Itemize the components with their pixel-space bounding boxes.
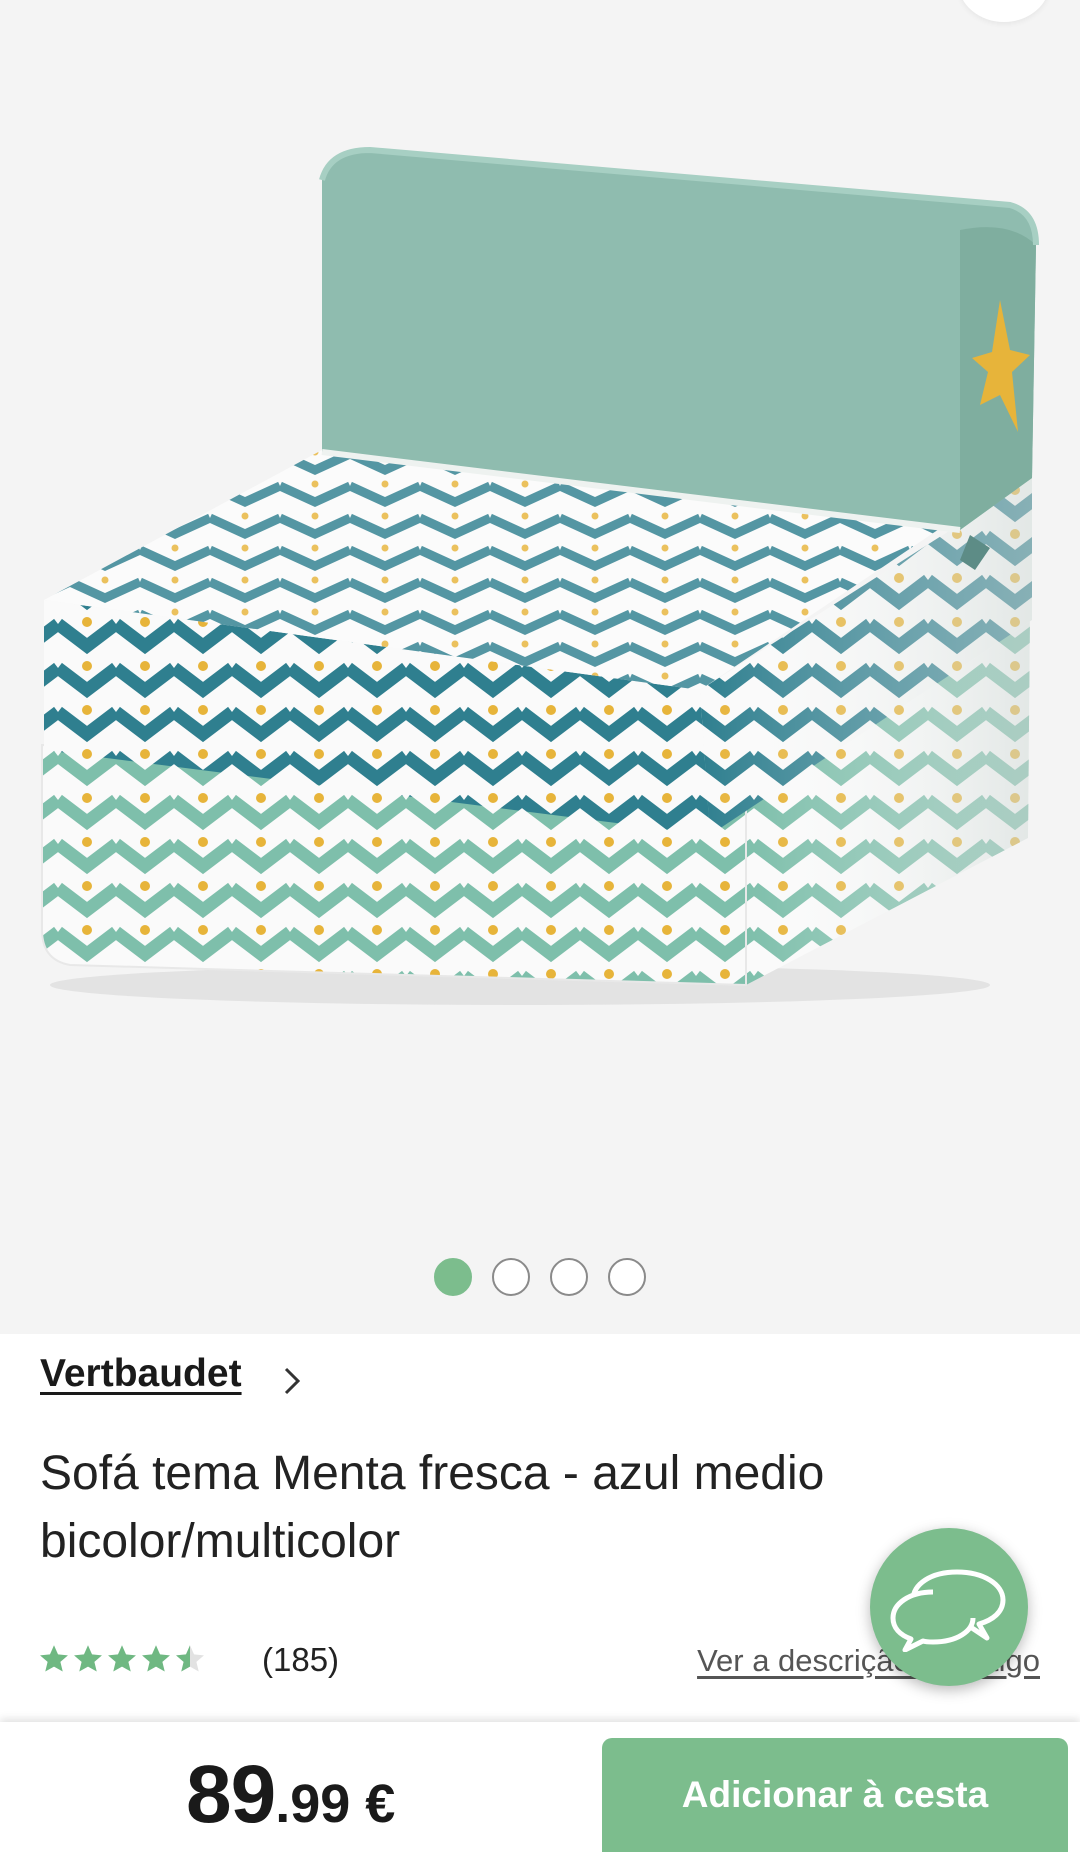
price-integer: 89	[186, 1749, 276, 1840]
carousel-pagination	[0, 1258, 1080, 1296]
review-count[interactable]: (185)	[262, 1641, 339, 1679]
star-icon	[176, 1645, 204, 1672]
brand-link[interactable]: Vertbaudet	[40, 1352, 242, 1396]
product-title: Sofá tema Menta fresca - azul medio bico…	[40, 1447, 825, 1568]
star-icon	[40, 1645, 68, 1672]
carousel-dot-4[interactable]	[608, 1258, 646, 1296]
price: 89.99 €	[186, 1748, 395, 1842]
star-icon	[142, 1645, 170, 1672]
chevron-right-icon[interactable]	[282, 1366, 302, 1396]
star-icon	[74, 1645, 102, 1672]
chat-bubbles-icon	[890, 1569, 1006, 1652]
star-icon	[108, 1645, 136, 1672]
carousel-dot-3[interactable]	[550, 1258, 588, 1296]
product-image[interactable]	[0, 0, 1080, 1250]
product-gallery[interactable]	[0, 0, 1080, 1334]
carousel-dot-2[interactable]	[492, 1258, 530, 1296]
add-to-cart-button[interactable]: Adicionar à cesta	[602, 1738, 1068, 1852]
star-rating[interactable]	[38, 1644, 206, 1674]
carousel-dot-1[interactable]	[434, 1258, 472, 1296]
price-decimals-currency: .99 €	[275, 1774, 396, 1834]
chat-button[interactable]	[870, 1528, 1028, 1686]
